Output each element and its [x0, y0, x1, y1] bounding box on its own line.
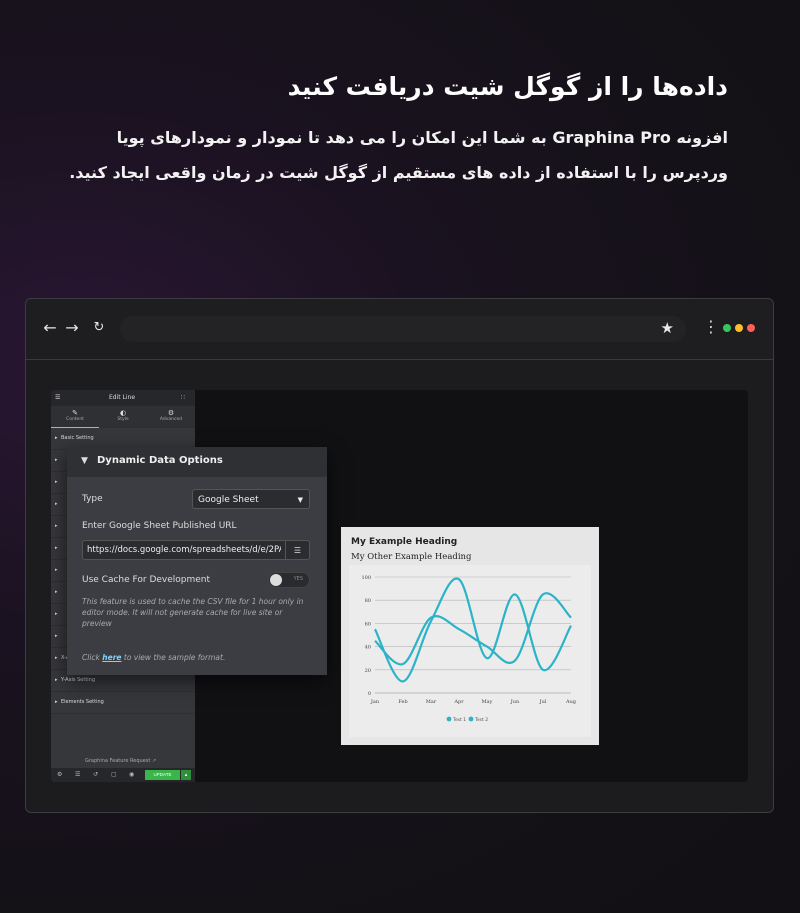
preview-eye-icon[interactable]: ◉: [129, 771, 134, 778]
star-icon[interactable]: ★: [661, 319, 674, 337]
hero-description-line-2: وردپرس را با استفاده از داده های مستقیم …: [69, 163, 728, 182]
kebab-menu-icon[interactable]: ⋮: [703, 318, 719, 336]
tab-style[interactable]: ◐ Style: [99, 406, 147, 428]
green-window-dot[interactable]: [723, 324, 731, 332]
toggle-knob: [270, 574, 282, 586]
contrast-icon: ◐: [119, 409, 127, 417]
layers-icon[interactable]: ☰: [75, 771, 80, 778]
tab-advanced-label: Advanced: [159, 417, 183, 422]
address-input[interactable]: [134, 320, 658, 340]
x-tick-label: Jun: [510, 699, 520, 705]
cache-label: Use Cache For Development: [82, 575, 211, 585]
dynamic-data-options-panel: ▼ Dynamic Data Options Type Google Sheet…: [67, 447, 327, 675]
legend-label-2[interactable]: Test 2: [474, 717, 488, 723]
browser-window: ← → ↻ ★ ⋮ ☰ Edit Line ∷ ✎ Content ◐ Style …: [25, 298, 774, 813]
click-prefix: Click: [82, 653, 100, 662]
caret-down-icon: ▼: [81, 456, 88, 466]
cache-toggle[interactable]: YES: [268, 572, 310, 588]
legend-label-1[interactable]: Test 1: [452, 717, 466, 723]
grid-icon[interactable]: ∷: [181, 394, 185, 401]
y-tick-label: 0: [368, 691, 371, 697]
y-tick-label: 60: [365, 621, 371, 627]
reload-icon[interactable]: ↻: [90, 319, 108, 337]
x-tick-label: Jan: [370, 699, 380, 705]
tab-content[interactable]: ✎ Content: [51, 406, 99, 428]
x-tick-label: Jul: [539, 699, 547, 705]
tab-advanced[interactable]: ⚙ Advanced: [147, 406, 195, 428]
y-tick-label: 100: [361, 575, 371, 581]
address-bar[interactable]: ★: [120, 316, 686, 342]
y-tick-label: 20: [365, 668, 371, 674]
sample-format-link[interactable]: here: [102, 653, 121, 662]
dynamic-data-header[interactable]: ▼ Dynamic Data Options: [67, 447, 327, 477]
toggle-text: YES: [293, 576, 303, 582]
editor-section-12[interactable]: Elements Setting: [51, 692, 195, 714]
editor-title: Edit Line: [109, 394, 136, 401]
x-tick-label: Aug: [565, 699, 577, 705]
feature-request-link[interactable]: Graphina Feature Request ↗: [85, 758, 156, 764]
dynamic-data-heading: Dynamic Data Options: [97, 455, 223, 466]
hamburger-icon[interactable]: ☰: [55, 394, 60, 401]
back-arrow-icon[interactable]: ←: [41, 319, 59, 337]
browser-content: ☰ Edit Line ∷ ✎ Content ◐ Style ⚙ Advanced …: [51, 390, 748, 782]
sheet-url-input[interactable]: [82, 540, 286, 560]
url-label: Enter Google Sheet Published URL: [82, 521, 237, 531]
y-tick-label: 40: [365, 645, 371, 651]
legend-marker-2[interactable]: [468, 716, 474, 722]
chart-plot-background: [349, 565, 591, 737]
sample-format-note: Click here to view the sample format.: [82, 653, 225, 662]
settings-icon[interactable]: ⚙: [57, 771, 62, 778]
tab-content-label: Content: [66, 417, 84, 422]
hero-description-line-1: افزونه Graphina Pro به شما این امکان را …: [116, 128, 728, 147]
yellow-window-dot[interactable]: [735, 324, 743, 332]
browser-toolbar: ← → ↻ ★ ⋮: [26, 299, 773, 360]
forward-arrow-icon[interactable]: →: [63, 319, 81, 337]
pencil-icon: ✎: [72, 409, 78, 417]
responsive-icon[interactable]: ▢: [111, 771, 117, 778]
x-tick-label: Mar: [426, 699, 437, 705]
click-suffix: to view the sample format.: [123, 653, 226, 662]
chart-title: My Example Heading: [351, 537, 458, 547]
legend-marker-1[interactable]: [446, 716, 452, 722]
editor-tabs: ✎ Content ◐ Style ⚙ Advanced: [51, 406, 195, 428]
y-tick-label: 80: [365, 598, 371, 604]
line-chart: 0 20 40 60 80 100 Jan Feb Mar Apr May Jun Jul Aug Test…: [349, 565, 591, 737]
hero-title: داده‌ها را از گوگل شیت دریافت کنید: [287, 72, 728, 101]
chart-card: My Example Heading My Other Example Head…: [341, 527, 599, 745]
editor-footer: ⚙ ☰ ↺ ▢ ◉ UPDATE ▴: [51, 768, 195, 782]
feature-request-label: Graphina Feature Request: [85, 758, 151, 764]
cache-note: This feature is used to cache the CSV fi…: [82, 597, 304, 628]
type-label: Type: [82, 494, 103, 504]
chart-subtitle: My Other Example Heading: [351, 552, 472, 562]
history-icon[interactable]: ↺: [93, 771, 98, 778]
x-tick-label: May: [482, 699, 493, 705]
type-select[interactable]: Google Sheet ▼: [192, 489, 310, 509]
red-window-dot[interactable]: [747, 324, 755, 332]
editor-header: ☰ Edit Line ∷: [51, 390, 195, 406]
gear-icon: ⚙: [167, 409, 175, 417]
chevron-down-icon: ▼: [297, 496, 303, 504]
update-button[interactable]: UPDATE: [145, 770, 180, 780]
tab-style-label: Style: [117, 417, 129, 422]
x-tick-label: Apr: [453, 699, 464, 705]
database-icon[interactable]: ☰: [286, 540, 310, 560]
chevron-up-icon[interactable]: ▴: [181, 770, 191, 780]
external-link-icon: ↗: [151, 758, 157, 764]
type-select-value: Google Sheet: [198, 495, 259, 505]
hero-description: افزونه Graphina Pro به شما این امکان را …: [48, 120, 728, 190]
x-tick-label: Feb: [398, 699, 407, 705]
